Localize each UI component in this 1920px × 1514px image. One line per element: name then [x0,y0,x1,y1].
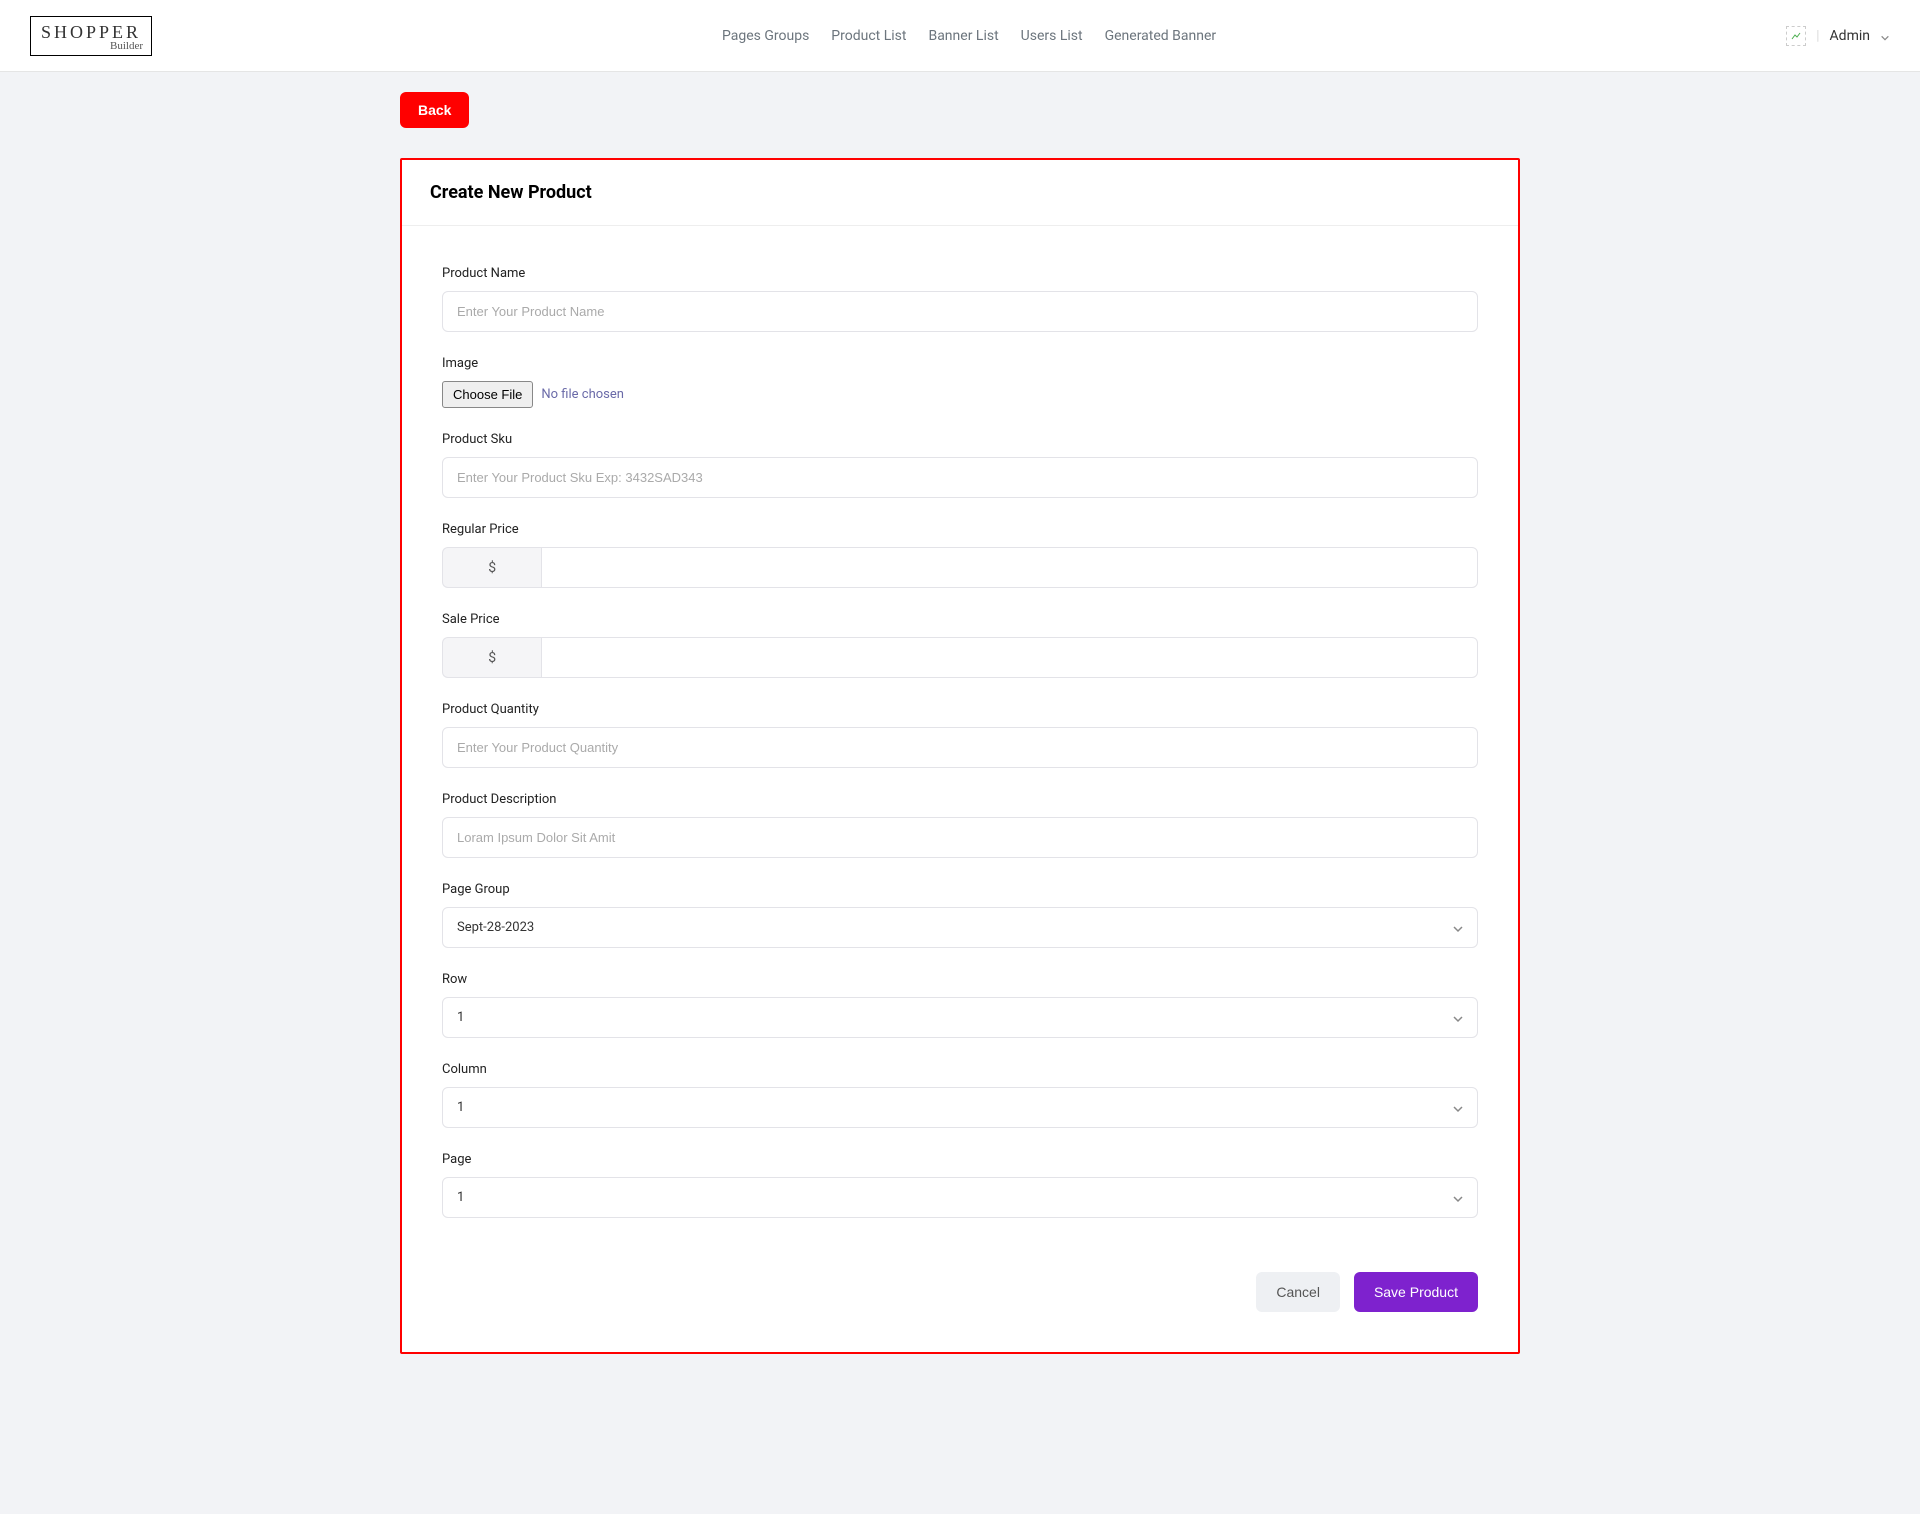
nav-users-list[interactable]: Users List [1021,28,1083,44]
select-page[interactable]: 1 [442,1177,1478,1218]
input-sku[interactable] [442,457,1478,498]
page-container: Back Create New Product Product Name Ima… [200,72,1720,1394]
label-regular-price: Regular Price [442,522,1478,537]
select-wrap-column: 1 [442,1087,1478,1128]
group-page-group: Page Group Sept-28-2023 [442,882,1478,948]
nav-pages-groups[interactable]: Pages Groups [722,28,809,44]
select-row[interactable]: 1 [442,997,1478,1038]
input-quantity[interactable] [442,727,1478,768]
group-quantity: Product Quantity [442,702,1478,768]
label-product-name: Product Name [442,266,1478,281]
input-description[interactable] [442,817,1478,858]
input-regular-price[interactable] [541,547,1478,588]
nav-generated-banner[interactable]: Generated Banner [1105,28,1217,44]
group-sale-price: Sale Price $ [442,612,1478,678]
card-title: Create New Product [430,182,1490,203]
group-column: Column 1 [442,1062,1478,1128]
label-description: Product Description [442,792,1478,807]
select-column[interactable]: 1 [442,1087,1478,1128]
label-quantity: Product Quantity [442,702,1478,717]
group-product-name: Product Name [442,266,1478,332]
cancel-button[interactable]: Cancel [1256,1272,1340,1312]
avatar [1786,26,1806,46]
logo-subtext: Builder [110,41,143,52]
prefix-regular-price: $ [442,547,541,588]
group-regular-price: Regular Price $ [442,522,1478,588]
divider: | [1816,28,1819,44]
label-page: Page [442,1152,1478,1167]
save-product-button[interactable]: Save Product [1354,1272,1478,1312]
nav-banner-list[interactable]: Banner List [928,28,998,44]
user-name: Admin [1830,28,1870,44]
select-page-group[interactable]: Sept-28-2023 [442,907,1478,948]
choose-file-button[interactable]: Choose File [442,381,533,408]
prefix-sale-price: $ [442,637,541,678]
label-sale-price: Sale Price [442,612,1478,627]
logo: SHOPPER Builder [30,16,152,56]
top-nav: Pages Groups Product List Banner List Us… [152,28,1786,44]
input-product-name[interactable] [442,291,1478,332]
file-status: No file chosen [541,387,624,402]
select-wrap-page-group: Sept-28-2023 [442,907,1478,948]
nav-product-list[interactable]: Product List [831,28,906,44]
back-button[interactable]: Back [400,92,469,128]
logo-text: SHOPPER [41,22,141,42]
file-row: Choose File No file chosen [442,381,1478,408]
group-page: Page 1 [442,1152,1478,1218]
user-menu[interactable]: | Admin [1786,26,1890,46]
input-sale-price[interactable] [541,637,1478,678]
card-body: Product Name Image Choose File No file c… [402,226,1518,1272]
select-wrap-row: 1 [442,997,1478,1038]
chevron-down-icon [1880,31,1890,41]
card-header: Create New Product [402,160,1518,226]
group-image: Image Choose File No file chosen [442,356,1478,408]
group-row: Row 1 [442,972,1478,1038]
label-image: Image [442,356,1478,371]
label-column: Column [442,1062,1478,1077]
app-header: SHOPPER Builder Pages Groups Product Lis… [0,0,1920,72]
input-group-regular-price: $ [442,547,1478,588]
create-product-card: Create New Product Product Name Image Ch… [400,158,1520,1354]
label-sku: Product Sku [442,432,1478,447]
input-group-sale-price: $ [442,637,1478,678]
select-wrap-page: 1 [442,1177,1478,1218]
group-sku: Product Sku [442,432,1478,498]
card-footer: Cancel Save Product [402,1272,1518,1352]
label-row: Row [442,972,1478,987]
label-page-group: Page Group [442,882,1478,897]
group-description: Product Description [442,792,1478,858]
